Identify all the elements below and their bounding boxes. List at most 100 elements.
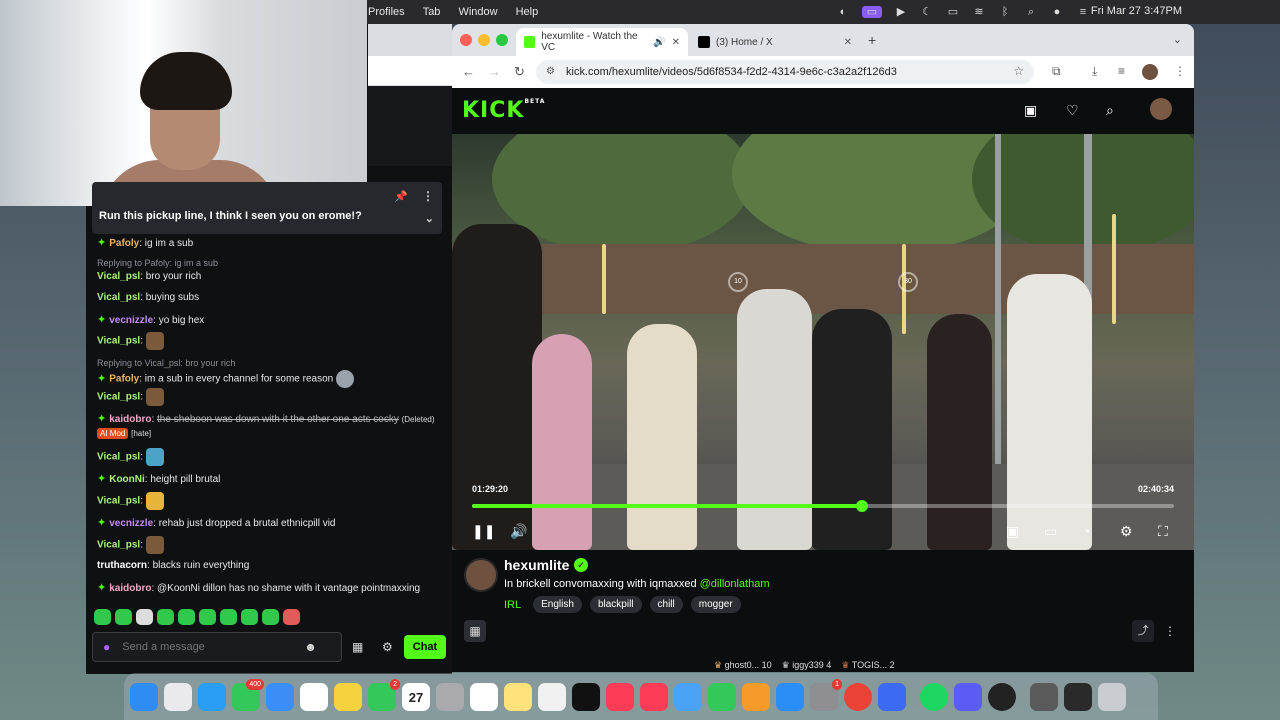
tag-pill[interactable]: mogger (690, 596, 741, 613)
recent-window-thumbnail[interactable] (1064, 682, 1092, 711)
chat-username[interactable]: Vical_psl (97, 496, 140, 507)
chat-username[interactable]: Pafoly (109, 238, 139, 249)
leaderboard-entry[interactable]: ♛ TOGIS... 2 (841, 660, 894, 671)
chat-username[interactable]: vecnizzle (109, 315, 153, 326)
control-center-icon[interactable]: ≡ (1076, 6, 1090, 18)
emote-icon[interactable] (241, 609, 258, 625)
emote-icon[interactable] (283, 609, 300, 625)
numbers-icon[interactable] (708, 682, 736, 711)
store-icon[interactable]: ▦ (352, 640, 363, 654)
mic-icon[interactable]: ● (103, 640, 110, 654)
fullscreen-icon[interactable]: ⛶ (1158, 523, 1168, 540)
moon-icon[interactable]: ☾ (920, 6, 934, 18)
photos-icon[interactable] (334, 682, 362, 711)
close-window-button[interactable] (460, 34, 472, 46)
emote-icon[interactable] (94, 609, 111, 625)
bluetooth-icon[interactable]: ᛒ (998, 6, 1012, 18)
reply-context[interactable]: Replying to Vical_psl: bro your rich (97, 356, 442, 370)
battery-icon[interactable]: ▭ (946, 6, 960, 18)
bookmark-star-icon[interactable]: ☆ (1013, 64, 1024, 78)
close-tab-icon[interactable]: ✕ (844, 37, 852, 48)
chat-username[interactable]: truthacorn (97, 560, 147, 571)
browser-menu-icon[interactable]: ⋮ (1174, 64, 1186, 78)
emote-icon[interactable] (199, 609, 216, 625)
share-icon[interactable]: ⤴ (1132, 620, 1154, 642)
chat-username[interactable]: KoonNi (109, 474, 145, 485)
calendar-icon[interactable]: 27 (402, 682, 430, 711)
forward-icon[interactable]: → (488, 64, 501, 79)
close-tab-icon[interactable]: ✕ (672, 37, 680, 48)
emote-icon[interactable] (220, 609, 237, 625)
chat-username[interactable]: Vical_psl (97, 336, 140, 347)
play-icon[interactable]: ▶ (894, 6, 908, 18)
search-icon[interactable]: ⌕ (1024, 6, 1038, 18)
pages-icon[interactable] (742, 682, 770, 711)
stream-title-mention[interactable]: @dillonlatham (700, 578, 770, 590)
signal-icon[interactable] (954, 682, 982, 711)
leaderboard-entry[interactable]: ♛ iggy339 4 (782, 660, 832, 671)
tab-list-chevron-icon[interactable]: ⌄ (1173, 33, 1182, 46)
maps-icon[interactable] (300, 682, 328, 711)
wifi-icon[interactable]: ≋ (972, 6, 986, 18)
reading-list-icon[interactable]: ≡ (1118, 64, 1125, 78)
tag-pill[interactable]: English (533, 596, 582, 613)
chat-input-box[interactable]: ● ☻ (92, 632, 342, 662)
address-bar[interactable]: ⚙ kick.com/hexumlite/videos/5d6f8534-f2d… (536, 60, 1034, 84)
menu-help[interactable]: Help (516, 6, 539, 18)
tag-pill[interactable]: blackpill (589, 596, 642, 613)
facetime-icon[interactable]: 2 (368, 678, 400, 711)
speaker-icon[interactable]: 🔊 (653, 37, 665, 48)
gear-icon[interactable]: ⚙ (1120, 523, 1133, 540)
theater-icon[interactable]: ▭ (1044, 523, 1057, 540)
simulator-icon[interactable] (878, 682, 906, 711)
app-store-icon[interactable] (776, 682, 804, 711)
apple-tv-icon[interactable] (572, 682, 600, 711)
tag-pill[interactable]: chill (649, 596, 683, 613)
spotify-icon[interactable] (920, 682, 948, 711)
chat-username[interactable]: Vical_psl (97, 271, 140, 282)
gift-icon[interactable]: ▦ (464, 620, 486, 642)
pinned-message[interactable]: 📌 ⋮ Run this pickup line, I think I seen… (92, 182, 442, 234)
more-icon[interactable]: ⋮ (1162, 620, 1178, 642)
mail-icon[interactable] (266, 682, 294, 711)
back-icon[interactable]: ← (462, 64, 475, 79)
chat-username[interactable]: Vical_psl (97, 452, 140, 463)
trash-icon[interactable] (1098, 682, 1126, 711)
status-app-icon[interactable]: ◐ (836, 6, 850, 18)
chat-username[interactable]: Pafoly (109, 374, 139, 385)
chat-username[interactable]: Vical_psl (97, 392, 140, 403)
new-tab-icon[interactable]: + (868, 32, 876, 48)
siri-icon[interactable]: ● (1050, 6, 1064, 18)
keynote-icon[interactable] (674, 682, 702, 711)
chrome-icon[interactable] (844, 682, 872, 711)
tab-kick[interactable]: hexumlite - Watch the VC 🔊 ✕ (516, 28, 688, 56)
emote-icon[interactable] (115, 609, 132, 625)
emote-icon[interactable] (157, 609, 174, 625)
pause-icon[interactable]: ❚❚ (472, 523, 495, 540)
video-player[interactable]: 10 30 01:29:20 02:40:34 ❚❚ 🔊 ▣ ▭ ◔ ⚙ ⛶ (452, 134, 1194, 550)
progress-bar[interactable] (472, 500, 1174, 512)
emote-icon[interactable] (262, 609, 279, 625)
emoji-icon[interactable]: ☻ (304, 640, 317, 654)
streamer-avatar[interactable] (464, 558, 498, 592)
emote-icon[interactable] (136, 609, 153, 625)
site-info-icon[interactable]: ⚙ (546, 66, 555, 77)
minimize-window-button[interactable] (478, 34, 490, 46)
chat-send-button[interactable]: Chat (404, 635, 446, 659)
speed-icon[interactable]: ◔ (1082, 523, 1090, 539)
menubar-clock[interactable]: Fri Mar 27 3:47PM (1091, 5, 1182, 17)
seek-forward-icon[interactable]: 30 (898, 272, 918, 292)
pin-icon[interactable]: 📌 (394, 190, 408, 203)
download-icon[interactable]: ⤓ (1092, 64, 1097, 79)
menu-tab[interactable]: Tab (423, 6, 441, 18)
system-settings-icon[interactable]: 1 (810, 678, 842, 711)
finder-icon[interactable] (130, 682, 158, 711)
reply-context[interactable]: Replying to Pafoly: ig im a sub (97, 256, 442, 270)
notes-icon[interactable] (504, 682, 532, 711)
leaderboard-entry[interactable]: ♛ ghost0... 10 (714, 660, 772, 671)
freeform-icon[interactable] (538, 682, 566, 711)
kick-logo[interactable]: KICKBETA (462, 98, 545, 123)
user-avatar[interactable] (1150, 98, 1172, 120)
pip-icon[interactable]: ▣ (1006, 523, 1019, 540)
menu-profiles[interactable]: Profiles (368, 6, 405, 18)
